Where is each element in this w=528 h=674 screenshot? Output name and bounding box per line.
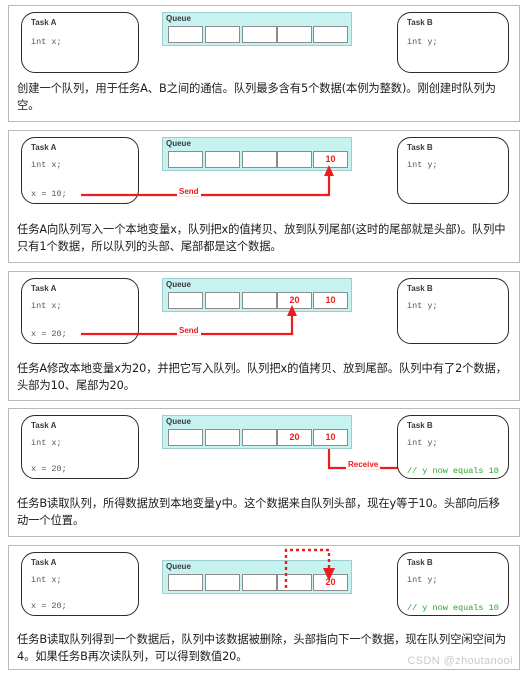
queue-label: Queue: [166, 139, 191, 148]
task-b-title: Task B: [407, 421, 433, 430]
panel-4-diagram: Task A int x; x = 20; Queue 20 10 Receiv…: [9, 409, 519, 493]
queue-slot: [242, 26, 277, 43]
queue-container: Queue 10: [162, 137, 352, 171]
receive-arrow-label: Receive: [346, 460, 381, 469]
queue-slot: 20: [277, 429, 312, 446]
task-b-box: Task B int y;: [397, 278, 509, 344]
panel-5: Task A int x; x = 20; Queue 20 Task B in…: [8, 545, 520, 670]
task-a-title: Task A: [31, 18, 57, 27]
task-b-title: Task B: [407, 558, 433, 567]
queue-slot: [277, 574, 312, 591]
queue-container: Queue 20: [162, 560, 352, 594]
send-arrow-label: Send: [177, 187, 201, 196]
queue-label: Queue: [166, 14, 191, 23]
queue-slot: [168, 26, 203, 43]
task-a-title: Task A: [31, 143, 57, 152]
queue-slot: [168, 574, 203, 591]
task-b-comment: // y now equals 10: [407, 603, 499, 613]
queue-slot: [205, 26, 240, 43]
panel-1: Task A int x; Queue Task B int y; 创建一个队列…: [8, 5, 520, 122]
queue-container: Queue: [162, 12, 352, 46]
queue-slot-value: 20: [325, 577, 336, 587]
queue-slot: [242, 429, 277, 446]
queue-slot: 20: [313, 574, 348, 591]
watermark: CSDN @zhoutanooi: [407, 655, 513, 667]
queue-slot: [168, 292, 203, 309]
task-a-code-line-1: int x;: [31, 37, 62, 47]
panel-4-caption: 任务B读取队列，所得数据放到本地变量y中。这个数据来自队列头部，现在y等于10。…: [17, 497, 500, 527]
task-b-box: Task B int y;: [397, 137, 509, 204]
queue-slot-value: 10: [325, 432, 336, 442]
task-a-title: Task A: [31, 284, 57, 293]
queue-slot: 10: [313, 429, 348, 446]
queue-slot: 10: [313, 151, 348, 168]
task-b-code-line-1: int y;: [407, 575, 438, 585]
queue-label: Queue: [166, 562, 191, 571]
task-a-box: Task A int x;: [21, 12, 139, 73]
panel-3-diagram: Task A int x; x = 20; Queue 20 10 Send T…: [9, 272, 519, 358]
task-b-code-line-1: int y;: [407, 37, 438, 47]
queue-slot: [242, 292, 277, 309]
task-a-box: Task A int x; x = 20;: [21, 278, 139, 344]
queue-slot: [205, 429, 240, 446]
panel-5-diagram: Task A int x; x = 20; Queue 20 Task B in…: [9, 546, 519, 629]
queue-slot: [205, 151, 240, 168]
panel-3: Task A int x; x = 20; Queue 20 10 Send T…: [8, 271, 520, 401]
task-b-box: Task B int y; // y now equals 10: [397, 415, 509, 479]
task-b-code-line-1: int y;: [407, 301, 438, 311]
task-a-code-line-1: int x;: [31, 301, 62, 311]
queue-slot-value: 20: [289, 432, 300, 442]
task-a-box: Task A int x; x = 10;: [21, 137, 139, 204]
panel-1-diagram: Task A int x; Queue Task B int y;: [9, 6, 519, 78]
queue-slot: [168, 429, 203, 446]
panel-4: Task A int x; x = 20; Queue 20 10 Receiv…: [8, 408, 520, 537]
queue-slot-value: 10: [325, 154, 336, 164]
queue-container: Queue 20 10: [162, 415, 352, 449]
panel-2-diagram: Task A int x; x = 10; Queue 10 Send Task…: [9, 131, 519, 219]
queue-slot: [242, 574, 277, 591]
task-a-box: Task A int x; x = 20;: [21, 415, 139, 479]
panel-2: Task A int x; x = 10; Queue 10 Send Task…: [8, 130, 520, 263]
task-a-title: Task A: [31, 558, 57, 567]
queue-slot: [168, 151, 203, 168]
queue-slot: 20: [277, 292, 312, 309]
task-b-code-line-1: int y;: [407, 160, 438, 170]
task-b-title: Task B: [407, 143, 433, 152]
queue-label: Queue: [166, 280, 191, 289]
task-a-title: Task A: [31, 421, 57, 430]
task-a-code-line-2: x = 20;: [31, 601, 67, 611]
task-b-code-line-1: int y;: [407, 438, 438, 448]
queue-illustration-page: Task A int x; Queue Task B int y; 创建一个队列…: [0, 0, 528, 674]
queue-slot: [242, 151, 277, 168]
queue-label: Queue: [166, 417, 191, 426]
queue-slot: [313, 26, 348, 43]
task-b-title: Task B: [407, 284, 433, 293]
panel-2-caption: 任务A向队列写入一个本地变量x，队列把x的值拷贝、放到队列尾部(这时的尾部就是头…: [17, 223, 506, 253]
queue-slot-value: 20: [289, 295, 300, 305]
queue-slot: [277, 26, 312, 43]
task-a-code-line-2: x = 10;: [31, 189, 67, 199]
queue-container: Queue 20 10: [162, 278, 352, 312]
task-b-box: Task B int y;: [397, 12, 509, 73]
task-a-code-line-2: x = 20;: [31, 329, 67, 339]
task-a-code-line-1: int x;: [31, 160, 62, 170]
task-b-comment: // y now equals 10: [407, 466, 499, 476]
panel-1-caption: 创建一个队列，用于任务A、B之间的通信。队列最多含有5个数据(本例为整数)。刚创…: [17, 82, 496, 112]
task-a-box: Task A int x; x = 20;: [21, 552, 139, 616]
queue-slot-value: 10: [325, 295, 336, 305]
queue-slot: [205, 292, 240, 309]
send-arrow-label: Send: [177, 326, 201, 335]
task-a-code-line-1: int x;: [31, 438, 62, 448]
queue-slot: 10: [313, 292, 348, 309]
queue-slot: [205, 574, 240, 591]
panel-3-caption: 任务A修改本地变量x为20，并把它写入队列。队列把x的值拷贝、放到尾部。队列中有…: [17, 362, 507, 392]
task-b-box: Task B int y; // y now equals 10: [397, 552, 509, 616]
task-b-title: Task B: [407, 18, 433, 27]
task-a-code-line-1: int x;: [31, 575, 62, 585]
task-a-code-line-2: x = 20;: [31, 464, 67, 474]
queue-slot: [277, 151, 312, 168]
